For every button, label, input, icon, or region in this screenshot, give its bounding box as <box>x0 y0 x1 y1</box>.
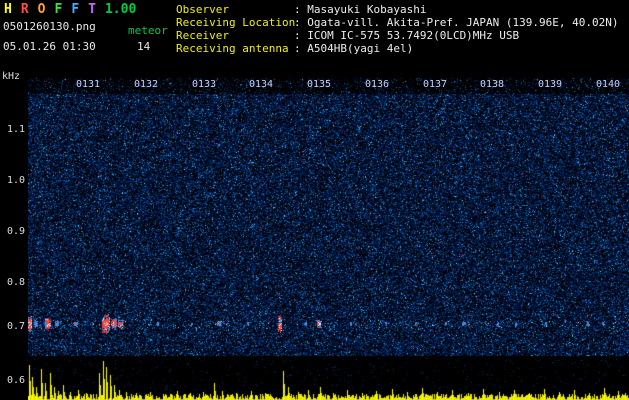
x-tick-label: 0139 <box>537 79 563 90</box>
info-label: Observer <box>176 3 229 16</box>
meteor-mode-label: meteor <box>128 24 168 37</box>
y-tick-label: 1.1 <box>6 124 25 135</box>
logo-letter: R <box>20 2 29 17</box>
info-label: Receiver <box>176 29 229 42</box>
x-tick-label: 0140 <box>595 79 621 90</box>
y-tick-label: 0.7 <box>6 321 25 332</box>
logo-letter: T <box>88 2 96 17</box>
output-filename: 0501260130.png <box>3 20 96 33</box>
logo-letter: F <box>71 2 80 17</box>
y-tick-label: 0.9 <box>6 226 25 237</box>
app-version-label: 1.00 <box>104 2 137 17</box>
info-value: : A504HB(yagi 4el) <box>294 42 414 55</box>
logo-letter: O <box>37 2 46 17</box>
info-value: : Masayuki Kobayashi <box>294 3 427 16</box>
app-logo-letters: HROFFT <box>4 2 105 17</box>
y-tick-label: 0.8 <box>6 277 25 288</box>
x-tick-label: 0136 <box>364 79 390 90</box>
info-line: Observer : Masayuki Kobayashi <box>176 3 619 16</box>
x-tick-label: 0137 <box>422 79 448 90</box>
logo-letter: H <box>4 2 12 17</box>
x-tick-label: 0132 <box>133 79 159 90</box>
x-tick-label: 0134 <box>248 79 274 90</box>
meteor-count-value: 14 <box>137 40 151 53</box>
info-label: Receiving antenna <box>176 42 289 55</box>
spectrogram-canvas <box>28 70 629 400</box>
x-tick-label: 0135 <box>306 79 332 90</box>
x-tick-label: 0131 <box>75 79 101 90</box>
y-tick-label: 1.0 <box>6 175 25 186</box>
info-line: Receiver : ICOM IC-575 53.7492(0LCD)MHz U… <box>176 29 619 42</box>
info-value: : ICOM IC-575 53.7492(0LCD)MHz USB <box>294 29 520 42</box>
logo-letter: F <box>54 2 63 17</box>
info-value: : Ogata-vill. Akita-Pref. JAPAN (139.96E… <box>294 16 619 29</box>
info-line: Receiving Location: Ogata-vill. Akita-Pr… <box>176 16 619 29</box>
info-line: Receiving antenna : A504HB(yagi 4el) <box>176 42 619 55</box>
app-logo: H R O F F T 1.00 <box>4 2 136 17</box>
station-info: Observer : Masayuki Kobayashi Receiving Lo… <box>176 3 619 55</box>
x-tick-label: 0133 <box>191 79 217 90</box>
observation-datetime: 05.01.26 01:30 <box>3 40 96 53</box>
hrofft-window: H R O F F T 1.00 0501260130.png meteor 05.01.2… <box>0 0 629 400</box>
y-axis-unit-label: kHz <box>2 71 21 82</box>
x-tick-label: 0138 <box>479 79 505 90</box>
y-tick-label: 0.6 <box>6 375 25 386</box>
info-label: Receiving Location <box>176 16 296 29</box>
